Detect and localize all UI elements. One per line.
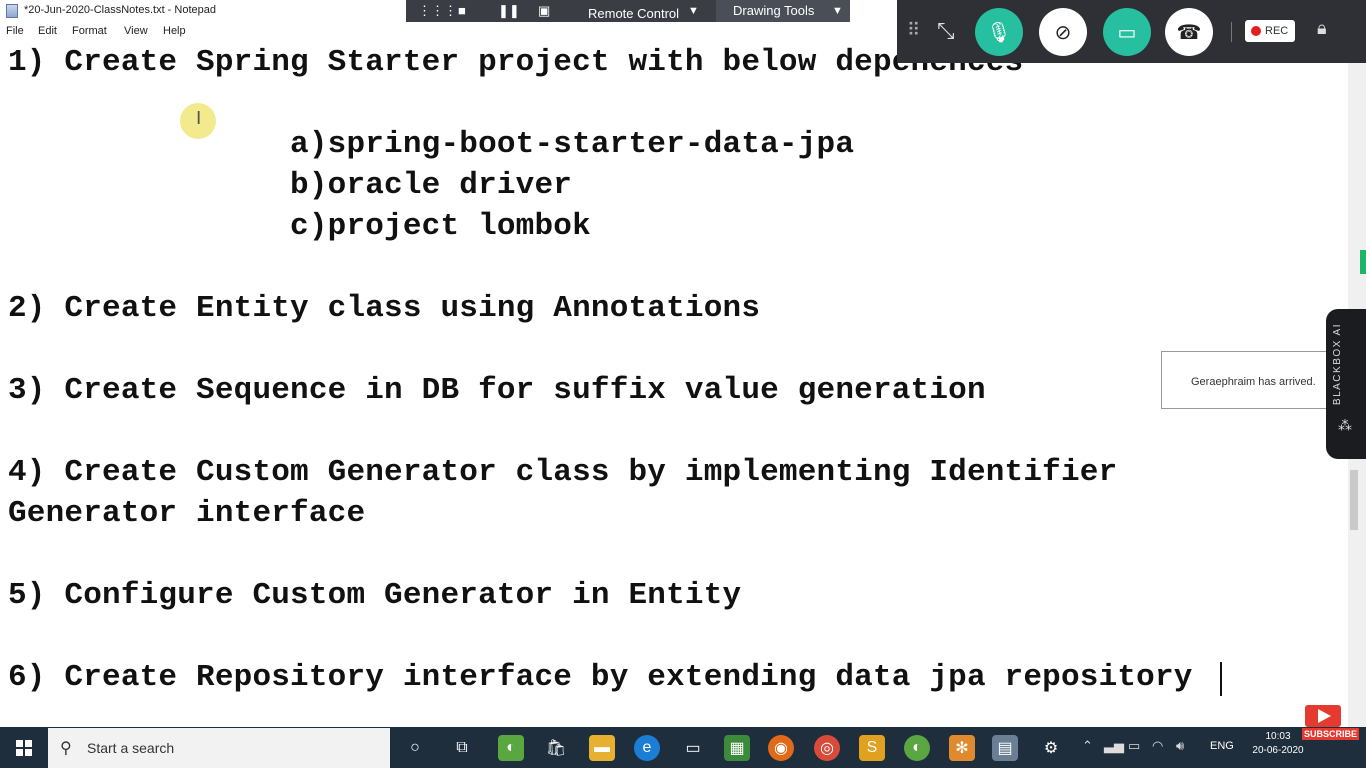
notification-text: Geraephraim has arrived. (1191, 376, 1316, 388)
notepad-icon (6, 4, 18, 18)
screen-share-border (1360, 250, 1366, 274)
window-title: *20-Jun-2020-ClassNotes.txt - Notepad (24, 4, 216, 16)
text-line: c)project lombok (8, 209, 591, 244)
text-line: 6) Create Repository interface by extend… (8, 660, 1193, 695)
menu-format[interactable]: Format (72, 25, 107, 37)
firefox-icon[interactable]: ◉ (768, 735, 794, 761)
text-caret (1220, 662, 1222, 696)
stop-icon[interactable]: ■ (458, 3, 466, 19)
volume-icon[interactable]: 🔊︎ (1176, 738, 1184, 754)
task-view-icon[interactable]: ⧉ (449, 735, 475, 761)
meeting-controls: ⠿ ⤡ 🎙 ⊘ ▭ ☎ REC 🔒︎ (897, 0, 1366, 63)
drag-handle-icon[interactable]: ⠿ (907, 20, 920, 41)
remote-control-menu[interactable]: Remote Control ▼ (576, 3, 716, 21)
text-editor-area[interactable]: 1) Create Spring Starter project with be… (8, 42, 1348, 724)
network-icon[interactable]: ▃▅ (1104, 738, 1124, 754)
chevron-up-icon[interactable]: ⌃ (1082, 738, 1093, 754)
spring-boot-icon[interactable]: ◐ (904, 735, 930, 761)
menu-bar: File Edit Format View Help (0, 22, 900, 42)
camera-off-button[interactable]: ⊘ (1039, 8, 1087, 56)
chevron-down-icon: ▼ (688, 5, 699, 17)
scrollbar-thumb[interactable] (1350, 470, 1358, 530)
record-label: REC (1265, 25, 1289, 37)
menu-help[interactable]: Help (163, 25, 186, 37)
arrival-notification: Geraephraim has arrived. (1161, 351, 1329, 409)
menu-edit[interactable]: Edit (38, 25, 57, 37)
lock-icon[interactable]: 🔒︎ (1317, 18, 1327, 39)
text-line: a)spring-boot-starter-data-jpa (8, 127, 855, 162)
text-line: b)oracle driver (8, 168, 573, 203)
text-line: 4) Create Custom Generator class by impl… (8, 455, 1118, 490)
clock-date: 20-06-2020 (1252, 745, 1304, 756)
ibeam-cursor-icon: I (196, 108, 202, 129)
remote-control-label: Remote Control (588, 6, 680, 21)
wifi-icon[interactable]: ◠ (1152, 738, 1163, 754)
drawing-tools-menu[interactable]: Drawing Tools ▼ (716, 0, 850, 22)
search-icon: ⚲ (60, 740, 72, 757)
divider (1231, 22, 1232, 42)
remote-tool-icon[interactable]: ⚙ (1038, 735, 1064, 761)
chrome-icon[interactable]: ◎ (814, 735, 840, 761)
text-line: 1) Create Spring Starter project with be… (8, 45, 1024, 80)
screen-icon[interactable]: ▣ (538, 3, 550, 19)
edge-icon[interactable]: e (634, 735, 660, 761)
start-button[interactable] (0, 727, 48, 768)
grid-icon[interactable]: ⋮⋮⋮ (418, 3, 457, 19)
record-dot-icon (1251, 26, 1261, 36)
pause-icon[interactable]: ❚❚ (498, 3, 520, 19)
clock[interactable]: 10:03 20-06-2020 (1250, 730, 1306, 758)
chevron-down-icon: ▼ (832, 5, 843, 17)
blackbox-logo-icon: ⁂ (1338, 417, 1352, 433)
hang-up-button[interactable]: ☎ (1165, 8, 1213, 56)
subscribe-label: SUBSCRIBE (1302, 728, 1360, 740)
expand-icon[interactable]: ⤡ (937, 18, 955, 44)
spring-tool-icon[interactable]: ◐ (498, 735, 524, 761)
notepad-taskbar-icon[interactable]: ▤ (992, 735, 1018, 761)
clock-time: 10:03 (1265, 731, 1291, 742)
text-line: 3) Create Sequence in DB for suffix valu… (8, 373, 986, 408)
menu-view[interactable]: View (124, 25, 148, 37)
remote-desktop-icon[interactable]: ▭ (680, 735, 706, 761)
file-explorer-icon[interactable]: ▬ (589, 735, 615, 761)
subscribe-watermark: SUBSCRIBE (1302, 705, 1360, 745)
store-icon[interactable]: 🛍︎ (543, 735, 569, 761)
drawing-tools-label: Drawing Tools (733, 3, 815, 18)
remote-control-toolbar: ⋮⋮⋮ ■ ❚❚ ▣ Remote Control ▼ Drawing Tool… (406, 0, 850, 22)
blackbox-ai-tab[interactable]: BLACKBOX AI ⁂ (1326, 309, 1366, 459)
spreadsheet-icon[interactable]: ▦ (724, 735, 750, 761)
taskbar: ⚲ Start a search ○ ⧉ ◐ 🛍︎ ▬ e ▭ ▦ ◉ ◎ S … (0, 727, 1366, 768)
menu-file[interactable]: File (6, 25, 24, 37)
share-screen-button[interactable]: ▭ (1103, 8, 1151, 56)
record-button[interactable]: REC (1245, 20, 1295, 42)
text-line: Generator interface (8, 496, 366, 531)
blackbox-label: BLACKBOX AI (1332, 323, 1343, 406)
microphone-button[interactable]: 🎙 (975, 8, 1023, 56)
language-indicator[interactable]: ENG (1210, 740, 1234, 752)
battery-icon[interactable]: ▭ (1128, 738, 1140, 754)
cortana-icon[interactable]: ○ (402, 735, 428, 761)
youtube-logo-icon (1305, 705, 1341, 727)
sublime-icon[interactable]: S (859, 735, 885, 761)
settings-gear-icon[interactable]: ✻ (949, 735, 975, 761)
windows-icon (16, 740, 32, 756)
text-line: 2) Create Entity class using Annotations (8, 291, 761, 326)
taskbar-search[interactable]: ⚲ Start a search (48, 728, 390, 768)
text-line: 5) Configure Custom Generator in Entity (8, 578, 742, 613)
search-placeholder: Start a search (87, 740, 175, 756)
